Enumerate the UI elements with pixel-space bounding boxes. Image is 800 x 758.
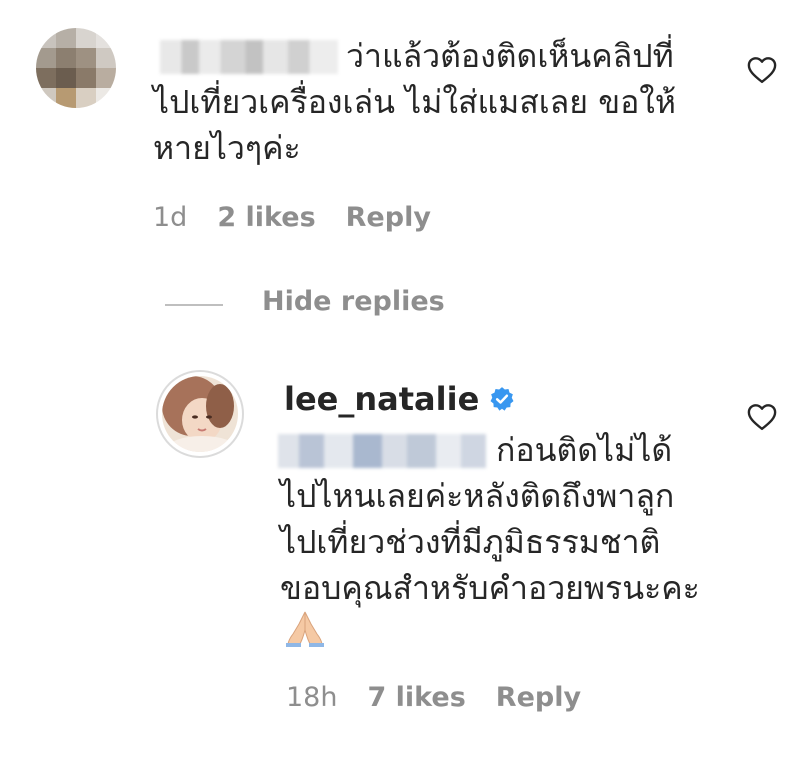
verified-badge-icon — [490, 387, 514, 411]
comment-likes[interactable]: 2 likes — [217, 202, 315, 233]
reply-text-continued: ไปไหนเลยค่ะหลังติดถึงพาลูก ไปเที่ยวช่วงท… — [280, 477, 700, 607]
commenter-avatar[interactable] — [36, 28, 116, 108]
avatar-photo — [162, 376, 238, 452]
reply-header: lee_natalie — [284, 380, 515, 418]
comment-text: ว่าแล้วต้องติดเห็นคลิปที่ — [346, 37, 674, 75]
comment-time: 1d — [153, 202, 188, 233]
replies-divider — [165, 304, 223, 306]
reply-meta: 18h 7 likes Reply — [286, 682, 581, 713]
reply-text: ก่อนติดไม่ได้ — [496, 431, 673, 469]
reply-time: 18h — [286, 682, 338, 713]
heart-icon[interactable] — [747, 403, 777, 431]
folded-hands-emoji — [286, 611, 324, 647]
hide-replies-button[interactable]: Hide replies — [262, 286, 445, 317]
comment-reply-button[interactable]: Reply — [346, 202, 431, 233]
reply-username[interactable]: lee_natalie — [284, 380, 479, 418]
comment-text-continued: ไปเที่ยวเครื่องเล่น ไม่ใส่แมสเลย ขอให้ ห… — [153, 83, 676, 167]
comment-meta: 1d 2 likes Reply — [153, 202, 431, 233]
redacted-username — [160, 40, 338, 74]
reply-likes[interactable]: 7 likes — [367, 682, 465, 713]
reply-avatar[interactable] — [156, 370, 244, 458]
redacted-mention — [278, 434, 486, 468]
reply-reply-button[interactable]: Reply — [496, 682, 581, 713]
heart-icon[interactable] — [747, 56, 777, 84]
